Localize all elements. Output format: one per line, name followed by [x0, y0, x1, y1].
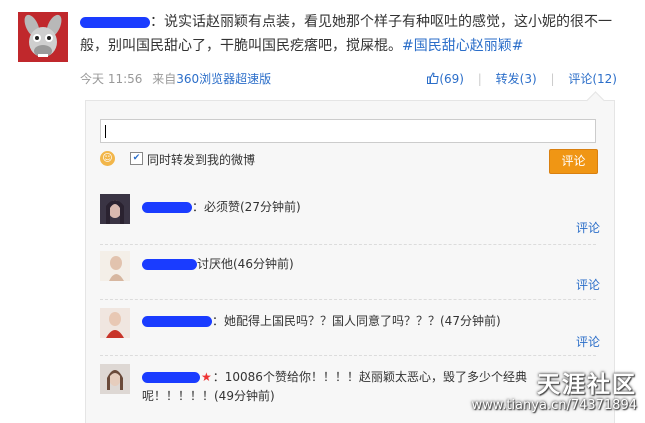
- comment-text: ：必须赞(27分钟前): [142, 198, 582, 217]
- comment-body: ：必须赞(27分钟前): [192, 200, 301, 214]
- post-meta: 今天 11:56 来自360浏览器超速版: [80, 70, 271, 87]
- repost-checkbox[interactable]: ✔: [130, 152, 143, 165]
- divider: [100, 244, 596, 245]
- comment-toggle-button[interactable]: 评论(12): [568, 72, 617, 86]
- user-avatar-icon: [100, 194, 130, 224]
- hashtag-link[interactable]: #国民甜心赵丽颖#: [402, 38, 523, 54]
- user-avatar-icon: [100, 364, 130, 394]
- watermark: 天涯社区 www.tianya.cn/74371894: [472, 372, 637, 414]
- redacted-username[interactable]: [142, 372, 200, 383]
- repost-button[interactable]: 转发(3): [496, 72, 537, 86]
- panel-caret: [586, 91, 605, 110]
- comment-input[interactable]: [100, 119, 596, 143]
- post-time[interactable]: 今天 11:56: [80, 72, 142, 86]
- user-avatar-icon: [100, 308, 130, 338]
- avatar[interactable]: [100, 364, 130, 394]
- reply-button[interactable]: 评论: [576, 219, 600, 236]
- user-avatar-icon: [100, 251, 130, 281]
- donkey-avatar-icon: [18, 12, 68, 62]
- avatar[interactable]: [100, 194, 130, 224]
- divider: [100, 355, 596, 356]
- thumbs-up-icon: [427, 72, 439, 84]
- watermark-url: www.tianya.cn/74371894: [471, 398, 637, 413]
- divider: |: [477, 72, 482, 86]
- like-button[interactable]: (69): [427, 72, 467, 86]
- avatar[interactable]: [100, 308, 130, 338]
- source-prefix: 来自: [152, 72, 177, 86]
- redacted-username[interactable]: [142, 316, 212, 327]
- comment-text: ：她配得上国民吗？？国人同意了吗？？？(47分钟前): [142, 312, 582, 331]
- post-actions: (69) | 转发(3) | 评论(12): [427, 70, 617, 87]
- post-content: ：说实话赵丽颖有点装，看见她那个样子有种呕吐的感觉，这小妮的很不一般，别叫国民甜…: [80, 10, 625, 58]
- comment-text: 讨厌他(46分钟前): [142, 255, 582, 274]
- text-cursor: [105, 125, 106, 138]
- like-count: (69): [439, 72, 464, 86]
- watermark-logo: 天涯社区: [537, 372, 637, 398]
- comment-body: ：她配得上国民吗？？国人同意了吗？？？(47分钟前): [212, 314, 501, 328]
- redacted-username[interactable]: [142, 259, 197, 270]
- comment-body: 讨厌他(46分钟前): [197, 257, 294, 271]
- divider: [100, 299, 596, 300]
- reply-button[interactable]: 评论: [576, 276, 600, 293]
- avatar[interactable]: [18, 12, 68, 62]
- divider: |: [550, 72, 555, 86]
- avatar[interactable]: [100, 251, 130, 281]
- redacted-username[interactable]: [142, 202, 192, 213]
- submit-comment-button[interactable]: 评论: [549, 149, 598, 174]
- redacted-username[interactable]: [80, 16, 150, 28]
- repost-checkbox-label[interactable]: 同时转发到我的微博: [147, 151, 255, 168]
- post-text: ：说实话赵丽颖有点装，看见她那个样子有种呕吐的感觉，这小妮的很不一般，别叫国民甜…: [80, 14, 612, 54]
- star-icon: ★: [201, 370, 212, 384]
- source-link[interactable]: 360浏览器超速版: [176, 72, 271, 86]
- reply-button[interactable]: 评论: [576, 333, 600, 350]
- smiley-icon[interactable]: ☺: [100, 151, 115, 166]
